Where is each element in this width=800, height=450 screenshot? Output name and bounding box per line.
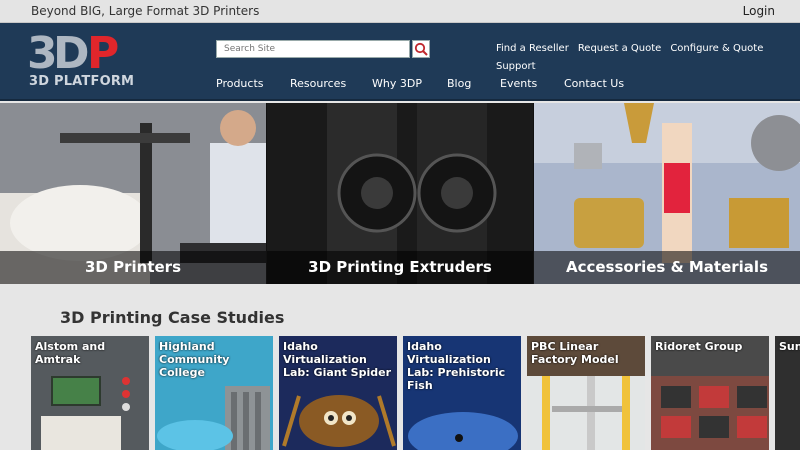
case-studies-heading: 3D Printing Case Studies (60, 308, 285, 327)
case-study-card[interactable]: PBC Linear Factory Model (527, 336, 645, 450)
logo-wordmark: 3D PLATFORM (29, 74, 135, 89)
nav-contact-us[interactable]: Contact Us (564, 77, 624, 90)
case-study-card[interactable]: Highland Community College (155, 336, 273, 450)
case-study-image (651, 336, 769, 450)
nav-blog[interactable]: Blog (447, 77, 471, 90)
support-link[interactable]: Support (496, 58, 787, 76)
search-button[interactable] (412, 40, 430, 58)
nav-resources[interactable]: Resources (290, 77, 346, 90)
hero-panel-extruders[interactable]: 3D Printing Extruders (267, 103, 533, 284)
case-study-title: Ridoret Group (655, 340, 743, 353)
request-quote-link[interactable]: Request a Quote (578, 43, 662, 54)
case-study-title: Highland Community College (159, 340, 230, 379)
svg-text:P: P (87, 28, 119, 76)
login-link[interactable]: Login (743, 4, 775, 18)
utility-nav: Find a Reseller Request a Quote Configure … (496, 40, 796, 76)
find-reseller-link[interactable]: Find a Reseller (496, 43, 569, 54)
svg-text:D: D (53, 28, 90, 76)
case-study-card[interactable]: Sun Sch (775, 336, 800, 450)
top-bar: Beyond BIG, Large Format 3D Printers Log… (0, 0, 800, 23)
site-header: 3 D P 3D PLATFORM Find a Reseller Request… (0, 23, 800, 101)
hero-caption-extruders: 3D Printing Extruders (267, 251, 533, 284)
nav-events[interactable]: Events (500, 77, 537, 90)
configure-quote-link[interactable]: Configure & Quote (670, 43, 763, 54)
site-tagline: Beyond BIG, Large Format 3D Printers (31, 4, 260, 18)
hero-panel-printers[interactable]: 3D Printers (0, 103, 266, 284)
case-study-title: PBC Linear Factory Model (531, 340, 619, 366)
case-study-card[interactable]: Idaho Virtualization Lab: Prehistoric Fi… (403, 336, 521, 450)
logo-mark-icon: 3 D P (27, 28, 119, 79)
search-input[interactable] (216, 40, 410, 58)
nav-why-3dp[interactable]: Why 3DP (372, 77, 422, 90)
case-study-title: Idaho Virtualization Lab: Prehistoric Fi… (407, 340, 506, 392)
nav-products[interactable]: Products (216, 77, 264, 90)
case-study-card[interactable]: Idaho Virtualization Lab: Giant Spider (279, 336, 397, 450)
case-study-title: Alstom and Amtrak (35, 340, 106, 366)
hero-panel-accessories[interactable]: Accessories & Materials (534, 103, 800, 284)
case-studies-list: Alstom and Amtrak Highland Community Col… (0, 336, 800, 450)
case-study-title: Sun Sch (779, 340, 800, 353)
hero-banner: 3D Printers 3D Printing Extruders Access… (0, 103, 800, 284)
hero-caption-accessories: Accessories & Materials (534, 251, 800, 284)
case-study-card[interactable]: Alstom and Amtrak (31, 336, 149, 450)
case-study-card[interactable]: Ridoret Group (651, 336, 769, 450)
search-icon (414, 42, 428, 56)
hero-caption-printers: 3D Printers (0, 251, 266, 284)
case-study-title: Idaho Virtualization Lab: Giant Spider (283, 340, 392, 379)
